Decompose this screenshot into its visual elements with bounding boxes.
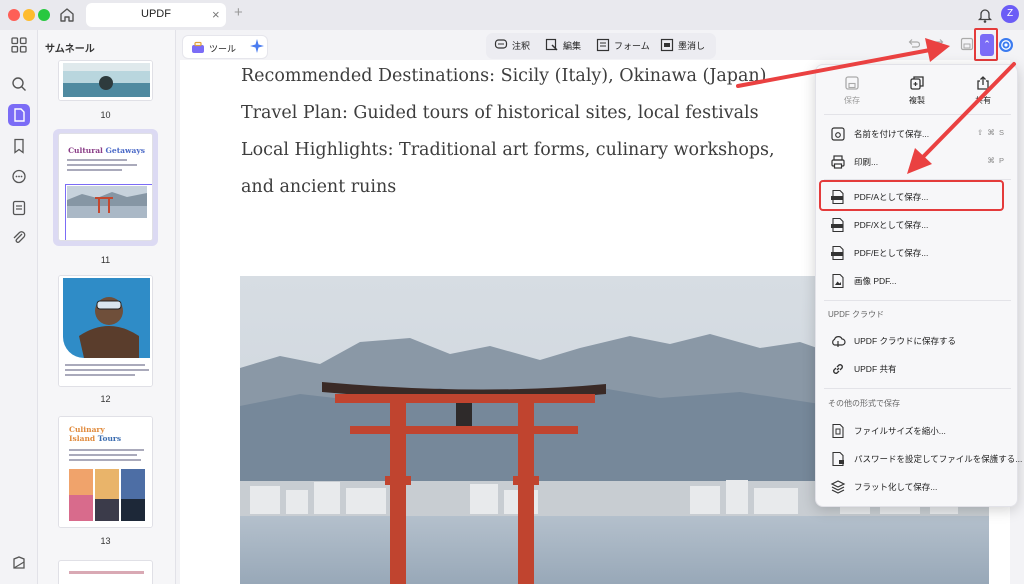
updf-window: UPDF × + Z サムネール 10 Cultural Getaways 11… <box>0 0 1024 584</box>
search-icon[interactable] <box>10 75 28 93</box>
minimize-window-button[interactable] <box>23 9 35 21</box>
thumbnail-image <box>59 61 152 100</box>
save-to-cloud-item[interactable]: UPDF クラウドに保存する <box>822 328 1013 354</box>
pdfx-icon <box>831 217 844 233</box>
redact-icon <box>660 38 674 52</box>
export-button-highlight <box>974 28 998 61</box>
bookmark-icon[interactable] <box>10 137 28 155</box>
thumbnail-page-12[interactable] <box>58 275 153 387</box>
tab-form[interactable]: フォーム <box>614 39 650 52</box>
thumbnail-image <box>59 276 152 386</box>
main-toolbar: 注釈 編集 フォーム 墨消し <box>486 33 716 59</box>
menu-divider <box>824 114 1011 115</box>
document-text-line: and ancient ruins <box>241 177 397 197</box>
ai-sparkle-icon[interactable] <box>249 38 265 54</box>
menu-divider <box>824 388 1011 389</box>
thumbnail-page-13[interactable]: Culinary Island Tours <box>58 416 153 528</box>
pdfe-icon <box>831 245 844 261</box>
share-icon <box>977 76 989 90</box>
thumbnail-image <box>69 469 145 521</box>
cloud-upload-icon <box>832 336 846 347</box>
save-icon <box>845 76 859 90</box>
print-item[interactable]: 印刷... ⌘ P <box>822 149 1013 175</box>
thumbnail-panel-title: サムネール <box>45 44 95 55</box>
other-formats-section-title: その他の形式で保存 <box>828 399 900 408</box>
export-dropdown-menu: 保存 複製 共有 名前を付けて保存... ⇧ ⌘ S 印刷... ⌘ P PDF… <box>815 64 1022 507</box>
menu-divider <box>824 300 1011 301</box>
link-icon <box>833 364 843 374</box>
undo-icon[interactable] <box>906 37 920 51</box>
zoom-window-button[interactable] <box>38 9 50 21</box>
save-icon[interactable] <box>960 37 974 51</box>
comment-icon <box>494 39 508 49</box>
paperclip-icon[interactable] <box>10 229 28 247</box>
updf-ai-icon[interactable] <box>998 37 1014 53</box>
tab-annotate[interactable]: 注釈 <box>512 39 530 52</box>
edit-icon <box>545 38 558 51</box>
updf-share-item[interactable]: UPDF 共有 <box>822 356 1013 382</box>
reduce-file-size-item[interactable]: ファイルサイズを縮小... <box>822 418 1013 444</box>
tab-redact[interactable]: 墨消し <box>678 39 705 52</box>
compress-icon <box>832 423 844 439</box>
thumbnail-page-11[interactable]: Cultural Getaways <box>58 133 153 241</box>
protect-icon <box>832 451 844 467</box>
thumbnail-panel: サムネール 10 Cultural Getaways 11 12 Culinar… <box>38 30 176 584</box>
save-as-item[interactable]: 名前を付けて保存... ⇧ ⌘ S <box>822 121 1013 147</box>
form-icon <box>596 38 610 52</box>
tab-edit[interactable]: 編集 <box>563 39 581 52</box>
title-bar: UPDF × + Z <box>0 0 1024 30</box>
duplicate-action[interactable]: 複製 <box>887 75 947 106</box>
print-icon <box>831 155 845 169</box>
bell-icon[interactable] <box>977 6 993 24</box>
page-view-button[interactable] <box>8 104 30 126</box>
comment-icon[interactable] <box>10 168 28 186</box>
tab-title: UPDF <box>141 8 171 20</box>
password-protect-item[interactable]: パスワードを設定してファイルを保護する... <box>822 446 1022 472</box>
tools-label: ツール <box>209 44 237 54</box>
tab-close-icon[interactable]: × <box>212 7 220 22</box>
avatar[interactable]: Z <box>1001 5 1019 23</box>
document-tab[interactable]: UPDF × <box>86 3 226 27</box>
flatten-icon <box>830 480 846 494</box>
redo-icon[interactable] <box>932 37 946 51</box>
image-pdf-icon <box>832 273 844 289</box>
thumbnail-page-14[interactable] <box>58 560 153 584</box>
flatten-save-item[interactable]: フラット化して保存... <box>822 474 1013 500</box>
thumbnail-page-number: 10 <box>100 110 111 120</box>
save-as-icon <box>831 127 845 141</box>
duplicate-icon <box>910 76 924 90</box>
document-text-line: Local Highlights: Traditional art forms,… <box>241 140 775 160</box>
cloud-section-title: UPDF クラウド <box>828 310 884 319</box>
thumbnails-icon[interactable] <box>10 36 28 54</box>
image-pdf-item[interactable]: 画像 PDF... <box>822 268 1013 294</box>
home-icon[interactable] <box>58 6 76 24</box>
close-window-button[interactable] <box>8 9 20 21</box>
layers-icon[interactable] <box>10 554 28 572</box>
thumbnail-page-10[interactable] <box>58 60 153 101</box>
thumbnail-page-number: 11 <box>100 255 111 265</box>
shortcut-hint: ⌘ P <box>987 156 1005 165</box>
thumbnail-heading: Cultural Getaways <box>68 146 145 155</box>
thumbnail-page-number: 13 <box>100 536 111 546</box>
save-as-pdfe-item[interactable]: PDF/Eとして保存... <box>822 240 1013 266</box>
thumbnail-page-number: 12 <box>100 394 111 404</box>
toolbox-icon <box>192 41 204 53</box>
page-icon <box>14 108 25 122</box>
document-text-line: Recommended Destinations: Sicily (Italy)… <box>241 66 767 86</box>
attachment-list-icon[interactable] <box>10 199 28 217</box>
shortcut-hint: ⇧ ⌘ S <box>977 128 1005 137</box>
thumbnail-heading: Culinary Island Tours <box>69 425 122 443</box>
pdfa-item-highlight <box>819 180 1004 211</box>
left-rail <box>0 30 38 584</box>
share-action[interactable]: 共有 <box>953 75 1013 106</box>
save-as-pdfx-item[interactable]: PDF/Xとして保存... <box>822 212 1013 238</box>
new-tab-button[interactable]: + <box>234 4 243 21</box>
document-text-line: Travel Plan: Guided tours of historical … <box>241 103 759 123</box>
save-action[interactable]: 保存 <box>822 75 882 106</box>
